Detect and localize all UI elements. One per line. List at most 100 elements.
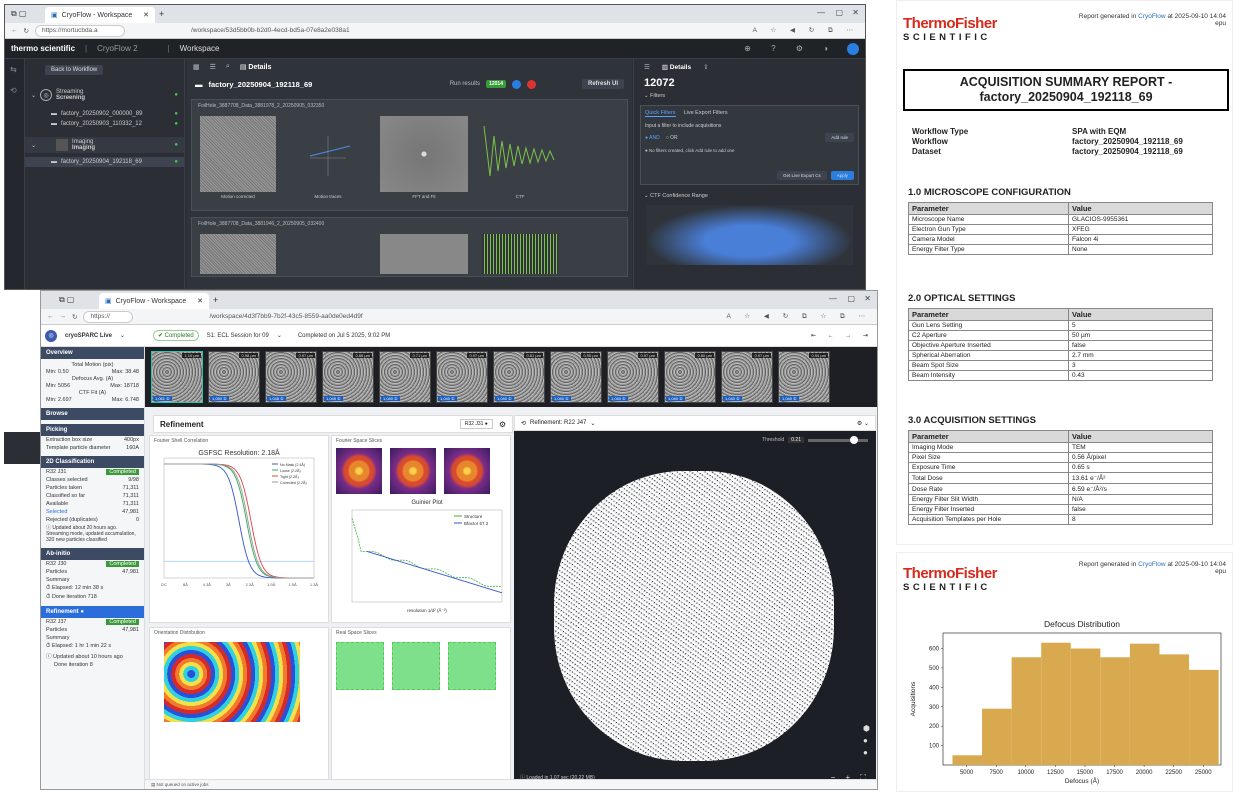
job-link[interactable]: R32 J30: [46, 561, 67, 567]
micrograph-thumb[interactable]: 0.71 µm 1,040 ①: [379, 351, 431, 403]
header-icons[interactable]: ⊕ ? ⚙ ◑: [744, 44, 837, 53]
rail-icon-2[interactable]: ⟲: [5, 80, 24, 101]
back-icon[interactable]: ←: [47, 313, 54, 320]
acquisition-card-1[interactable]: FoilHole_3887708_Data_3881978_2_20250905…: [191, 99, 628, 211]
gear-icon[interactable]: ⚙ ⌄: [857, 420, 869, 427]
new-tab-icon[interactable]: +: [213, 295, 218, 305]
thumb-image[interactable]: [380, 234, 468, 274]
list-item-active[interactable]: ▬ factory_20250904_192118_69 ●: [25, 157, 184, 167]
refresh-icon[interactable]: ⟲: [521, 420, 526, 427]
list-item[interactable]: ▬ factory_20250902_000000_89 ●: [25, 109, 184, 119]
browser-toolbar-icons[interactable]: A ☆ ◀ ↻ ⧉ ☆ ⧉ ⋯: [727, 312, 872, 321]
session-name[interactable]: S1: ECL Session for 09: [207, 333, 269, 339]
radio-or[interactable]: ○ OR: [666, 135, 678, 141]
close-window-icon[interactable]: ✕: [852, 8, 859, 17]
chevron-down-icon[interactable]: ⌄: [590, 420, 595, 427]
user-avatar[interactable]: [847, 42, 859, 55]
acquisition-card-2[interactable]: FoilHole_3887708_Data_3881946_2_20250905…: [191, 217, 628, 277]
job-link[interactable]: R32 J37: [46, 619, 67, 625]
url-field[interactable]: https://mortucbda.a: [34, 24, 125, 37]
filters-header[interactable]: ⌄ Filters: [634, 91, 865, 101]
threshold-input[interactable]: 0.21: [788, 437, 804, 443]
close-window-icon[interactable]: ✕: [864, 294, 871, 303]
viewer-side-controls[interactable]: ⬢ ● ●: [863, 723, 870, 759]
maximize-icon[interactable]: ▢: [835, 8, 843, 17]
generated-app-link[interactable]: CryoFlow: [1138, 13, 1165, 20]
minimize-icon[interactable]: —: [829, 294, 837, 303]
tab-quick-filters[interactable]: Quick Filters: [645, 110, 676, 117]
job-link[interactable]: R32 J31: [46, 469, 67, 475]
micrograph-thumb[interactable]: 0.80 µm 1,040 ①: [664, 351, 716, 403]
micrograph-thumb[interactable]: 0.97 µm 1,040 ①: [607, 351, 659, 403]
reload-icon[interactable]: ↻: [72, 313, 77, 321]
micrograph-thumb[interactable]: 0.97 µm 1,040 ①: [721, 351, 773, 403]
micrograph-thumb[interactable]: 0.97 µm 1,040 ①: [436, 351, 488, 403]
radio-and[interactable]: ● AND: [645, 135, 660, 141]
thumb-image[interactable]: [482, 234, 558, 274]
forward-icon[interactable]: →: [60, 313, 67, 320]
thumb-ctf[interactable]: CTF: [482, 116, 558, 199]
micrograph-thumb[interactable]: 0.95 µm 1,040 ①: [550, 351, 602, 403]
list-item[interactable]: ▬ factory_20250903_110332_12 ●: [25, 119, 184, 129]
chevron-down-icon[interactable]: ⌄: [120, 332, 125, 339]
thumb-fft[interactable]: FFT and Fit: [380, 116, 468, 199]
tab-details-right[interactable]: ▥ Details: [662, 63, 691, 71]
micrograph-thumb[interactable]: 1.10 µm 1,061 ①: [151, 351, 203, 403]
micrograph-thumb[interactable]: 0.98 µm 1,050 ①: [208, 351, 260, 403]
apply-button[interactable]: Apply: [830, 171, 854, 180]
refresh-button[interactable]: Refresh UI: [581, 79, 624, 89]
tab-live-export-filters[interactable]: Live Export Filters: [684, 110, 728, 117]
url-field[interactable]: https://: [83, 310, 134, 323]
section-heading: 3.0 ACQUISITION SETTINGS: [908, 415, 1036, 426]
overview-header[interactable]: Overview: [41, 347, 144, 359]
micrograph-thumb[interactable]: 0.81 µm 1,040 ①: [493, 351, 545, 403]
add-rule-button[interactable]: Add rule: [825, 133, 854, 142]
back-to-workflow-button[interactable]: Back to Workflow: [45, 65, 104, 75]
back-icon[interactable]: ←: [11, 27, 18, 34]
micrograph-thumb[interactable]: 0.88 µm 1,045 ①: [322, 351, 374, 403]
export-icon[interactable]: ⇪: [703, 63, 708, 71]
thumb-motion-traces[interactable]: Motion traces: [290, 116, 366, 199]
list-icon[interactable]: ☰: [210, 63, 216, 71]
browser-toolbar-icons[interactable]: A ☆ ◀ ↻ ⧉ ⋯: [753, 26, 859, 35]
gear-icon[interactable]: ⚙: [499, 420, 506, 429]
close-tab-icon[interactable]: ✕: [143, 11, 149, 19]
summary-link[interactable]: Summary: [46, 635, 70, 641]
tab-actions-icon[interactable]: ⧉ ▢: [41, 295, 81, 305]
close-tab-icon[interactable]: ✕: [197, 297, 203, 305]
refinement-header[interactable]: Refinement ●: [41, 606, 144, 618]
get-export-button[interactable]: Get Live Export Cs: [776, 171, 827, 180]
new-tab-icon[interactable]: +: [159, 9, 164, 19]
tab-actions-icon[interactable]: ⧉ ▢: [5, 9, 45, 19]
chevron-down-icon[interactable]: ⌄: [277, 332, 282, 339]
kv-label[interactable]: Selected: [46, 509, 67, 515]
reload-icon[interactable]: ↻: [24, 27, 29, 35]
micrograph-thumb[interactable]: 0.94 µm 1,040 ①: [778, 351, 830, 403]
cryoflow-browser-tab[interactable]: ▣ CryoFlow - Workspace ✕: [45, 7, 155, 23]
param-cell: Objective Aperture Inserted: [908, 340, 1069, 351]
browse-header[interactable]: Browse: [41, 408, 144, 420]
threshold-slider[interactable]: [808, 435, 868, 444]
ctf-range-header[interactable]: ⌄ CTF Confidence Range: [634, 189, 865, 203]
volume-render[interactable]: [554, 471, 834, 761]
thumb-image[interactable]: [200, 234, 276, 274]
list-icon[interactable]: ☰: [644, 63, 650, 71]
slider-handle[interactable]: [850, 435, 858, 444]
class2d-header[interactable]: 2D Classification: [41, 456, 144, 468]
cryosparc-browser-tab[interactable]: ▣ CryoFlow - Workspace ✕: [99, 293, 209, 309]
header-nav-icons[interactable]: ⇤ ← → ⇥: [811, 332, 873, 339]
ab-initio-header[interactable]: Ab-initio: [41, 548, 144, 560]
minimize-icon[interactable]: —: [817, 8, 825, 17]
imaging-step[interactable]: ⌄ Imaging Imaging ●: [25, 137, 184, 153]
streaming-step[interactable]: ⌄ ◎ Streaming Screening ●: [25, 87, 184, 103]
job-selector[interactable]: R32 J31 ●: [459, 419, 493, 429]
summary-link[interactable]: Summary: [46, 577, 70, 583]
grid-icon[interactable]: ▦: [193, 63, 200, 71]
picking-header[interactable]: Picking: [41, 424, 144, 436]
tab-details[interactable]: ▤ Details: [240, 63, 272, 71]
maximize-icon[interactable]: ▢: [847, 294, 855, 303]
micrograph-thumb[interactable]: 0.97 µm 1,048 ①: [265, 351, 317, 403]
rail-icon-1[interactable]: ⇆: [5, 59, 24, 80]
thumb-motion-corrected[interactable]: Motion corrected: [200, 116, 276, 199]
search-icon[interactable]: ⌕: [226, 63, 230, 71]
